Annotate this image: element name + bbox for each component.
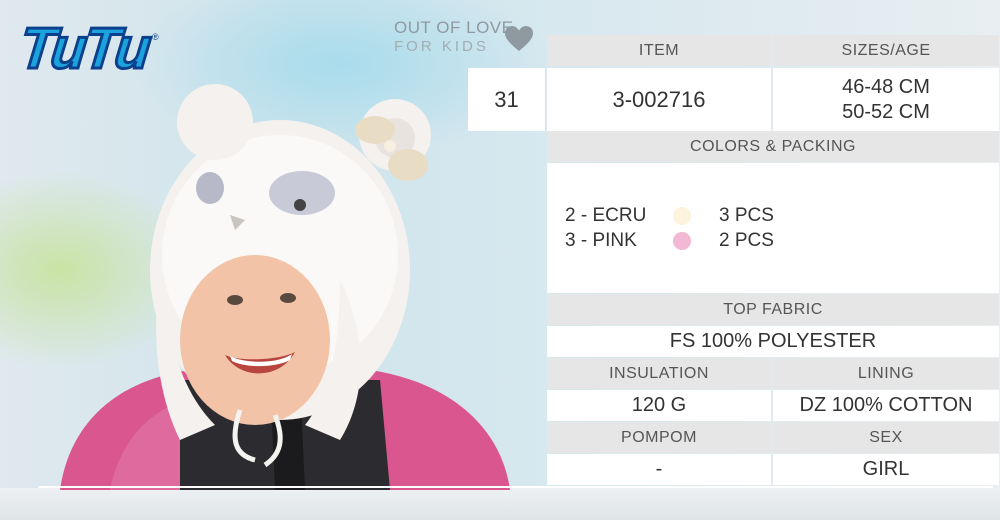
bottom-band	[0, 488, 1000, 520]
product-card: TuTu ® OUT OF LOVE FOR KIDS ITEM SIZES/A…	[0, 0, 1000, 520]
item-header: ITEM	[547, 35, 771, 66]
sizes-header: SIZES/AGE	[773, 35, 999, 66]
lining-header: LINING	[773, 358, 999, 389]
insulation-value: 120 G	[547, 390, 771, 421]
divider	[38, 486, 993, 488]
colors-packing-header: COLORS & PACKING	[547, 131, 999, 162]
color-name: 3 - PINK	[565, 230, 637, 251]
product-number: 31	[468, 68, 545, 131]
color-name: 2 - ECRU	[565, 205, 647, 226]
color-swatch	[673, 207, 691, 225]
heart-icon	[505, 26, 533, 51]
brand-logo: TuTu ®	[15, 14, 159, 84]
lining-value: DZ 100% COTTON	[773, 390, 999, 421]
top-fabric-header: TOP FABRIC	[547, 294, 999, 325]
pompom-header: POMPOM	[547, 422, 771, 453]
sex-value: GIRL	[773, 454, 999, 485]
pompom-value: -	[547, 454, 771, 485]
product-photo	[60, 84, 510, 490]
insulation-header: INSULATION	[547, 358, 771, 389]
size-1: 46-48 CM	[842, 75, 930, 98]
color-row: 3 - PINK 2 PCS	[565, 230, 799, 252]
sex-header: SEX	[773, 422, 999, 453]
tagline-line2: FOR KIDS	[394, 38, 489, 55]
color-swatch	[673, 232, 691, 250]
packing-count: 3 PCS	[719, 205, 774, 226]
color-row: 2 - ECRU 3 PCS	[565, 205, 799, 227]
colors-packing-box: 2 - ECRU 3 PCS 3 - PINK 2 PCS	[547, 163, 999, 293]
top-fabric-value: FS 100% POLYESTER	[547, 326, 999, 357]
registered-mark: ®	[152, 32, 159, 42]
size-2: 50-52 CM	[842, 100, 930, 123]
tagline-line1: OUT OF LOVE	[394, 18, 514, 37]
item-value: 3-002716	[547, 68, 771, 131]
logo-text: TuTu	[15, 15, 152, 83]
packing-count: 2 PCS	[719, 230, 774, 251]
sizes-value: 46-48 CM 50-52 CM	[773, 68, 999, 131]
tagline: OUT OF LOVE FOR KIDS	[394, 18, 514, 55]
